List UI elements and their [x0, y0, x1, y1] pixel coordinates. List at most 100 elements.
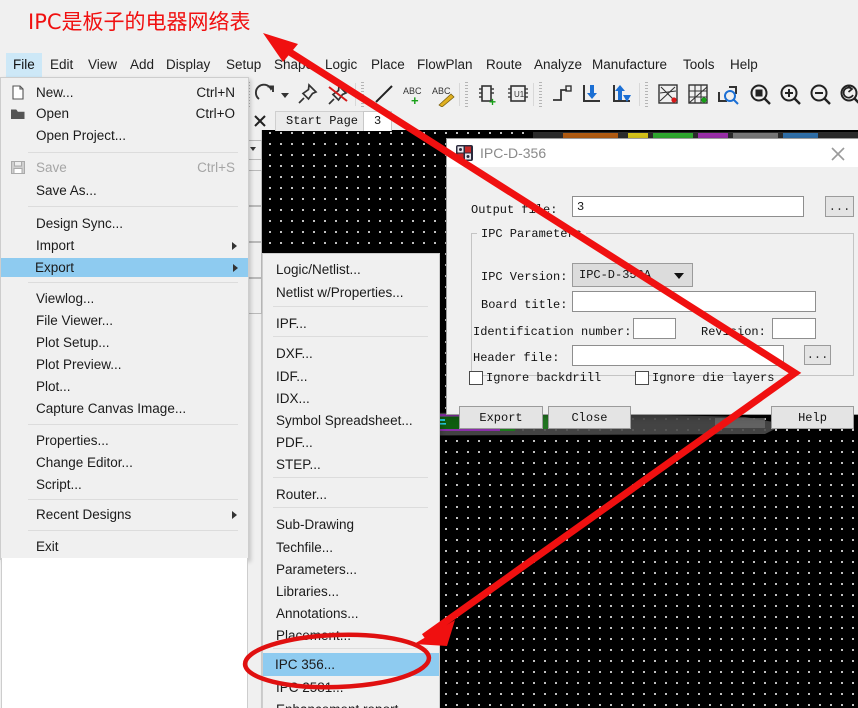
menu-display[interactable]: Display — [159, 53, 217, 77]
menu-help[interactable]: Help — [723, 53, 765, 77]
identification-number-label: Identification number: — [473, 325, 632, 339]
ignore-backdrill-checkbox[interactable] — [469, 371, 483, 385]
export-menu-item-ipf[interactable]: IPF... — [264, 312, 438, 335]
toolbar-grip-3[interactable] — [465, 82, 468, 107]
file-menu-item-import[interactable]: Import — [2, 236, 247, 255]
export-menu-item-parameters[interactable]: Parameters... — [264, 558, 438, 581]
file-menu-item-save-as[interactable]: Save As... — [2, 181, 247, 200]
export-menu-item-router[interactable]: Router... — [264, 483, 438, 506]
close-icon[interactable] — [252, 113, 268, 129]
identification-number-input[interactable] — [633, 318, 676, 339]
menu-edit[interactable]: Edit — [43, 53, 80, 77]
unpin-icon[interactable] — [325, 81, 353, 108]
add-connect-icon[interactable] — [549, 81, 577, 108]
menu-analyze[interactable]: Analyze — [527, 53, 589, 77]
export-menu-item-ipc-356[interactable]: IPC 356... — [263, 653, 439, 676]
grid-display-icon[interactable] — [685, 81, 713, 108]
menu-setup[interactable]: Setup — [219, 53, 268, 77]
ignore-die-layers-checkbox[interactable] — [635, 371, 649, 385]
label-refdes-icon[interactable]: U1 — [505, 81, 533, 108]
toolbar-grip-5[interactable] — [645, 82, 648, 107]
place-component-icon[interactable]: + — [475, 81, 503, 108]
export-menu-item-ipc-2581[interactable]: IPC 2581... — [264, 676, 438, 699]
tab-start-page[interactable]: Start Page — [275, 111, 370, 131]
zoom-out-icon[interactable] — [807, 81, 835, 108]
file-menu-item-design-sync[interactable]: Design Sync... — [2, 214, 247, 233]
export-menu-item-logic-netlist[interactable]: Logic/Netlist... — [264, 258, 438, 281]
menu-shape[interactable]: Shape — [267, 53, 320, 77]
file-menu-item-export[interactable]: Export — [1, 258, 248, 277]
file-menu-item-script[interactable]: Script... — [2, 475, 247, 494]
export-menu-item-techfile[interactable]: Techfile... — [264, 536, 438, 559]
file-menu-item-exit[interactable]: Exit — [2, 537, 247, 556]
add-text-icon[interactable]: ABC + — [401, 81, 429, 108]
ignore-die-layers-label: Ignore die layers — [652, 371, 775, 385]
redo-icon[interactable] — [253, 81, 281, 108]
close-icon[interactable] — [823, 139, 853, 167]
menu-route[interactable]: Route — [479, 53, 529, 77]
ratsnest-icon[interactable] — [655, 81, 683, 108]
export-menu-item-idx[interactable]: IDX... — [264, 387, 438, 410]
board-title-input[interactable] — [572, 291, 816, 312]
redo-dropdown-icon[interactable] — [278, 81, 292, 108]
menu-manufacture[interactable]: Manufacture — [585, 53, 674, 77]
fanout-down-icon[interactable] — [579, 81, 607, 108]
file-menu-item-properties[interactable]: Properties... — [2, 431, 247, 450]
file-menu-item-capture-canvas-image[interactable]: Capture Canvas Image... — [2, 399, 247, 418]
menu-item-label: DXF... — [276, 346, 313, 361]
ipc-version-select[interactable]: IPC-D-356A — [572, 263, 693, 287]
export-menu-item-symbol-spreadsheet[interactable]: Symbol Spreadsheet... — [264, 409, 438, 432]
toolbar-grip-4[interactable] — [539, 82, 542, 107]
menu-item-label: Design Sync... — [36, 216, 124, 231]
zoom-previous-icon[interactable] — [837, 81, 858, 108]
zoom-in-icon[interactable] — [777, 81, 805, 108]
file-menu-item-plot-setup[interactable]: Plot Setup... — [2, 333, 247, 352]
edit-text-icon[interactable]: ABC — [431, 81, 459, 108]
output-file-input[interactable]: 3 — [572, 196, 804, 217]
dialog-title-bar[interactable]: IPC-D-356 — [447, 139, 858, 168]
help-button[interactable]: Help — [771, 406, 854, 429]
export-menu-item-idf[interactable]: IDF... — [264, 365, 438, 388]
file-menu-item-save[interactable]: Save Ctrl+S — [2, 158, 247, 177]
menu-tools[interactable]: Tools — [676, 53, 722, 77]
menu-item-label: Placement... — [276, 628, 352, 643]
file-menu-item-plot[interactable]: Plot... — [2, 377, 247, 396]
add-line-icon[interactable] — [371, 81, 399, 108]
menu-place[interactable]: Place — [364, 53, 412, 77]
menu-file[interactable]: File — [6, 53, 42, 77]
export-menu-item-pdf[interactable]: PDF... — [264, 431, 438, 454]
zoom-fit-icon[interactable] — [747, 81, 775, 108]
file-menu-item-file-viewer[interactable]: File Viewer... — [2, 311, 247, 330]
pin-icon[interactable] — [295, 81, 323, 108]
fanout-up-icon[interactable] — [609, 81, 637, 108]
file-menu-item-recent-designs[interactable]: Recent Designs — [2, 505, 247, 524]
toolbar-grip-2[interactable] — [361, 82, 364, 107]
file-menu-item-change-editor[interactable]: Change Editor... — [2, 453, 247, 472]
revision-input[interactable] — [772, 318, 816, 339]
export-button[interactable]: Export — [459, 406, 543, 429]
header-file-browse-button[interactable]: ... — [804, 345, 831, 365]
menu-item-shortcut: Ctrl+S — [197, 160, 235, 175]
file-menu-item-new[interactable]: New... Ctrl+N — [2, 83, 247, 102]
zoom-area-icon[interactable] — [715, 81, 743, 108]
header-file-input[interactable] — [572, 345, 784, 366]
menu-logic[interactable]: Logic — [318, 53, 364, 77]
export-menu-item-annotations[interactable]: Annotations... — [264, 602, 438, 625]
export-menu-item-libraries[interactable]: Libraries... — [264, 580, 438, 603]
menu-flowplan[interactable]: FlowPlan — [410, 53, 480, 77]
file-menu-item-viewlog[interactable]: Viewlog... — [2, 289, 247, 308]
export-menu-item-enhancement-report[interactable]: Enhancement report... — [264, 698, 438, 708]
tab-3[interactable]: 3 — [363, 111, 393, 131]
close-button[interactable]: Close — [548, 406, 631, 429]
output-file-browse-button[interactable]: ... — [825, 196, 854, 217]
export-menu-item-dxf[interactable]: DXF... — [264, 342, 438, 365]
menu-view[interactable]: View — [81, 53, 124, 77]
file-menu-item-plot-preview[interactable]: Plot Preview... — [2, 355, 247, 374]
menu-add[interactable]: Add — [123, 53, 161, 77]
export-menu-item-netlist-w-properties[interactable]: Netlist w/Properties... — [264, 281, 438, 304]
export-menu-item-sub-drawing[interactable]: Sub-Drawing — [264, 513, 438, 536]
export-menu-item-step[interactable]: STEP... — [264, 453, 438, 476]
file-menu-item-open[interactable]: Open Ctrl+O — [2, 104, 247, 123]
file-menu-item-open-project[interactable]: Open Project... — [2, 126, 247, 145]
export-menu-item-placement[interactable]: Placement... — [264, 624, 438, 647]
